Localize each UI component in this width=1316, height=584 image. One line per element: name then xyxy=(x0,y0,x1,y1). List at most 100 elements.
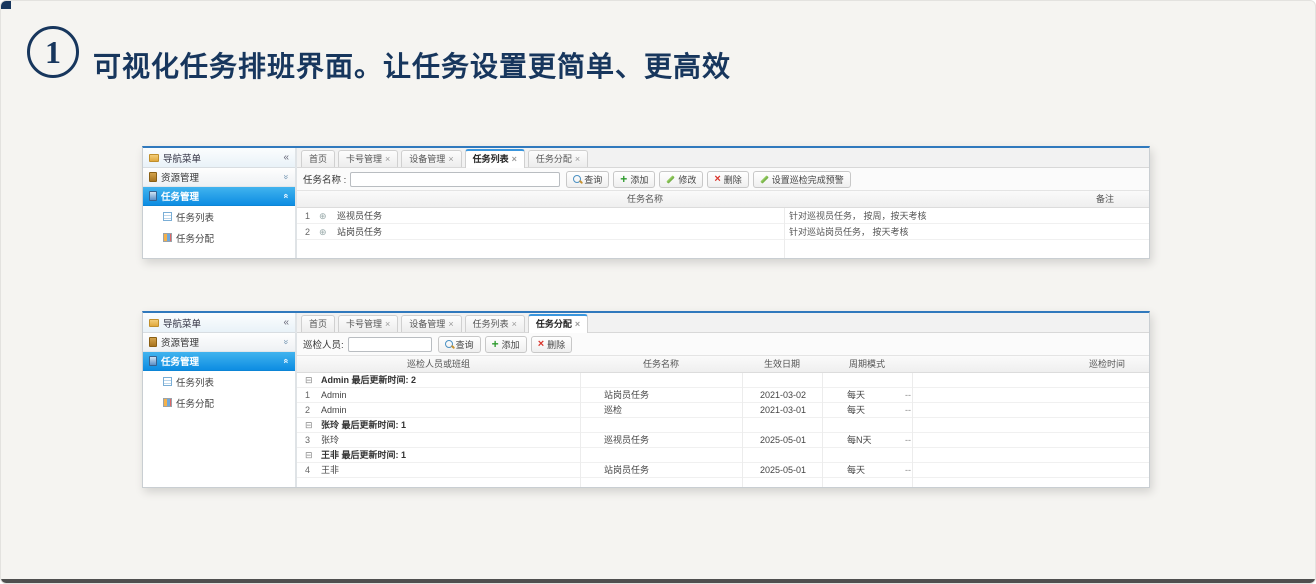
tab-item[interactable]: 设备管理× xyxy=(401,315,461,332)
sidebar-item-task-assign[interactable]: 任务分配 xyxy=(143,227,295,248)
tab-close-icon[interactable]: × xyxy=(385,152,390,167)
add-icon: + xyxy=(620,175,627,184)
tab-item[interactable]: 任务分配× xyxy=(528,150,588,167)
edit-button[interactable]: 修改 xyxy=(659,171,703,188)
group-header-row[interactable]: ⊟Admin 最后更新时间: 2 xyxy=(297,373,1149,388)
tab-item[interactable]: 首页 xyxy=(301,315,335,332)
delete-button[interactable]: ×删除 xyxy=(707,171,748,188)
chevron-double-up-icon[interactable]: « xyxy=(281,193,291,198)
set-inspection-alert-button[interactable]: 设置巡检完成预警 xyxy=(753,171,851,188)
query-button[interactable]: 查询 xyxy=(438,336,481,353)
tab-item[interactable]: 首页 xyxy=(301,150,335,167)
column-header-cycle-mode[interactable]: 周期模式 xyxy=(822,356,912,373)
group-label: 资源管理 xyxy=(161,170,199,184)
step-number-badge: 1 xyxy=(27,26,79,78)
item-label: 任务列表 xyxy=(176,375,214,389)
table-row[interactable]: 2⊕站岗员任务针对巡站岗员任务， 按天考核 xyxy=(297,224,1149,240)
chevron-double-down-icon[interactable]: » xyxy=(281,174,291,179)
list-icon xyxy=(163,212,172,221)
sidebar-header[interactable]: 导航菜单 « xyxy=(143,148,295,168)
cycle-mode-cell: 每天 xyxy=(847,403,865,418)
item-label: 任务分配 xyxy=(176,396,214,410)
group-collapse-icon[interactable]: ⊟ xyxy=(305,448,313,463)
group-header-row[interactable]: ⊟王非 最后更新时间: 1 xyxy=(297,448,1149,463)
group-collapse-icon[interactable]: ⊟ xyxy=(305,373,313,388)
button-label: 查询 xyxy=(584,173,602,186)
sidebar-group-task-mgmt[interactable]: 任务管理 « xyxy=(143,352,295,371)
column-header-effective-date[interactable]: 生效日期 xyxy=(742,356,822,373)
column-header-remark[interactable]: 备注 xyxy=(1045,191,1149,208)
group-header-row[interactable]: ⊟ 张玲 最后更新时间: 1 xyxy=(297,418,1149,433)
task-name-cell: 站岗员任务 xyxy=(337,224,382,240)
field-label: 巡检人员: xyxy=(303,337,344,351)
tab-label: 卡号管理 xyxy=(346,152,382,167)
tab-item[interactable]: 卡号管理× xyxy=(338,315,398,332)
column-header-inspection-time[interactable]: 巡检时间 xyxy=(912,356,1149,373)
group-header-label: 张玲 最后更新时间: 1 xyxy=(321,418,406,433)
button-label: 修改 xyxy=(678,173,696,186)
add-button[interactable]: +添加 xyxy=(613,171,655,188)
sidebar-item-task-list[interactable]: 任务列表 xyxy=(143,371,295,392)
tab-close-icon[interactable]: × xyxy=(385,317,390,332)
tab-close-icon[interactable]: × xyxy=(448,317,453,332)
tab-close-icon[interactable]: × xyxy=(512,317,517,332)
sidebar: 导航菜单 « 资源管理 » 任务管理 « 任务列表 任务分配 xyxy=(143,313,297,487)
table-row[interactable]: 1Admin站岗员任务2021-03-02每天-- xyxy=(297,388,1149,403)
button-label: 设置巡检完成预警 xyxy=(772,173,844,186)
slide-footer-bar xyxy=(1,579,1315,583)
group-label: 任务管理 xyxy=(161,354,199,368)
row-expander-icon[interactable]: ⊕ xyxy=(319,208,327,224)
tab-close-icon[interactable]: × xyxy=(575,152,580,167)
tab-item[interactable]: 任务列表× xyxy=(465,149,525,168)
chevron-double-down-icon[interactable]: » xyxy=(281,339,291,344)
sidebar-item-task-list[interactable]: 任务列表 xyxy=(143,206,295,227)
column-header-task-name[interactable]: 任务名称 xyxy=(585,191,705,208)
effective-date-cell: 2021-03-02 xyxy=(760,388,806,403)
tab-item[interactable]: 设备管理× xyxy=(401,150,461,167)
sidebar-group-resource-mgmt[interactable]: 资源管理 » xyxy=(143,168,295,187)
tab-item[interactable]: 任务分配× xyxy=(528,314,588,333)
tab-close-icon[interactable]: × xyxy=(512,152,517,167)
tab-item[interactable]: 任务列表× xyxy=(465,315,525,332)
sidebar: 导航菜单 « 资源管理 » 任务管理 « 任务列表 任务分配 xyxy=(143,148,297,258)
collapse-icon[interactable]: « xyxy=(283,318,289,328)
query-button[interactable]: 查询 xyxy=(566,171,609,188)
sidebar-group-task-mgmt[interactable]: 任务管理 « xyxy=(143,187,295,206)
tab-label: 任务分配 xyxy=(536,152,572,167)
row-number: 1 xyxy=(305,208,310,224)
delete-button[interactable]: ×删除 xyxy=(531,336,572,353)
row-expander-icon[interactable]: ⊕ xyxy=(319,224,327,240)
table-row[interactable]: 1⊕巡视员任务针对巡视员任务， 按周，按天考核 xyxy=(297,208,1149,224)
table-row[interactable]: 2Admin巡检2021-03-01每天-- xyxy=(297,403,1149,418)
inspector-input[interactable] xyxy=(348,337,432,352)
tab-item[interactable]: 卡号管理× xyxy=(338,150,398,167)
task-name-input[interactable] xyxy=(350,172,560,187)
column-header-task-name[interactable]: 任务名称 xyxy=(580,356,742,373)
group-collapse-icon[interactable]: ⊟ xyxy=(305,418,313,433)
assignment-table: 巡检人员或班组 任务名称 生效日期 周期模式 巡检时间 ⊟Admin 最后更新时… xyxy=(297,356,1149,487)
person-cell: 张玲 xyxy=(321,433,339,448)
book-icon xyxy=(149,191,157,201)
sidebar-header[interactable]: 导航菜单 « xyxy=(143,313,295,333)
effective-date-cell: 2025-05-01 xyxy=(760,463,806,478)
add-button[interactable]: +添加 xyxy=(485,336,527,353)
field-label: 任务名称 : xyxy=(303,172,346,186)
tab-close-icon[interactable]: × xyxy=(448,152,453,167)
cycle-mode-cell: 每天 xyxy=(847,388,865,403)
sidebar-title: 导航菜单 xyxy=(163,316,201,330)
person-cell: Admin xyxy=(321,388,347,403)
folder-icon xyxy=(149,154,159,162)
collapse-icon[interactable]: « xyxy=(283,153,289,163)
column-divider xyxy=(742,356,743,487)
table-row[interactable]: 4王非站岗员任务2025-05-01每天-- xyxy=(297,463,1149,478)
sidebar-group-resource-mgmt[interactable]: 资源管理 » xyxy=(143,333,295,352)
button-label: 查询 xyxy=(456,338,474,351)
chevron-double-up-icon[interactable]: « xyxy=(281,358,291,363)
app-window-task-assign: 导航菜单 « 资源管理 » 任务管理 « 任务列表 任务分配 xyxy=(142,311,1150,488)
column-header-person[interactable]: 巡检人员或班组 xyxy=(297,356,580,373)
tab-close-icon[interactable]: × xyxy=(575,317,580,332)
table-row[interactable]: 3张玲巡视员任务2025-05-01每N天-- xyxy=(297,433,1149,448)
sidebar-item-task-assign[interactable]: 任务分配 xyxy=(143,392,295,413)
toolbar: 巡检人员: 查询 +添加×删除 xyxy=(297,333,1149,356)
table-header: 任务名称 备注 xyxy=(297,191,1149,208)
